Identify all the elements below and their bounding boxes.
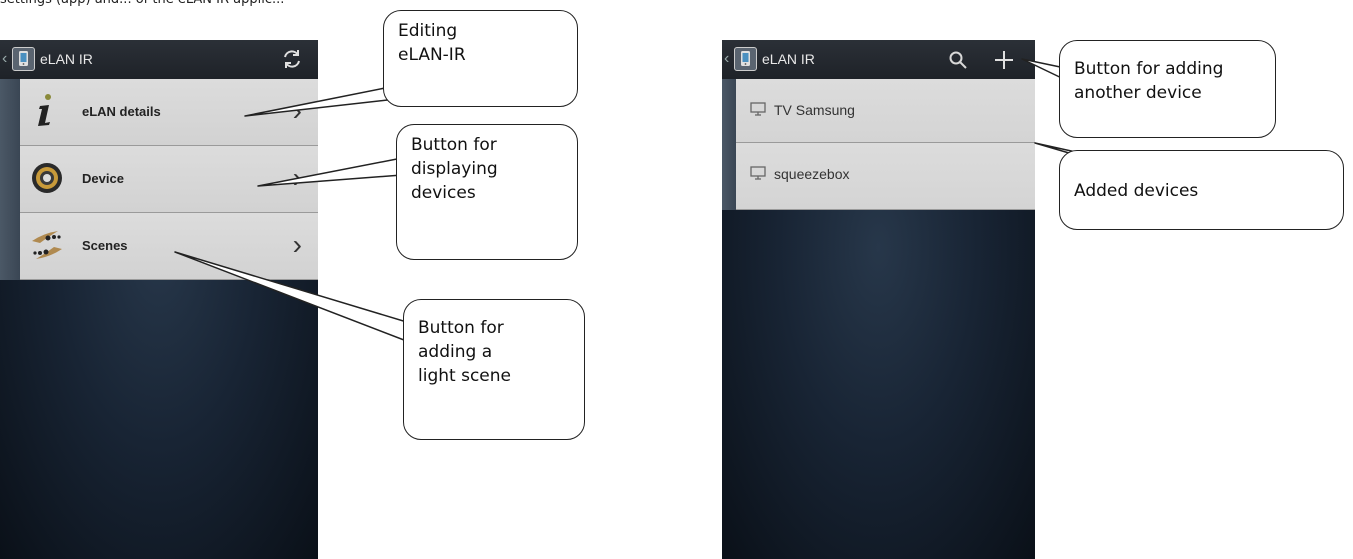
menu-item-label: Device — [82, 171, 124, 186]
menu-item-device[interactable]: Device › — [20, 146, 318, 213]
plus-icon[interactable] — [993, 49, 1015, 76]
chevron-right-icon: › — [292, 95, 302, 126]
scenes-icon — [30, 229, 64, 266]
callout-added-devices: Added devices — [1059, 150, 1344, 230]
menu-item-elan-details[interactable]: eLAN details › — [20, 79, 318, 146]
phone-screen-right: ‹ eLAN IR TV Samsung squeezebox — [722, 40, 1035, 559]
info-icon — [30, 93, 62, 132]
app-icon[interactable] — [734, 47, 757, 71]
callout-display-devices: Button for displaying devices — [396, 124, 578, 260]
device-label: TV Samsung — [774, 102, 855, 118]
back-chevron-icon[interactable]: ‹ — [724, 50, 729, 68]
list-side-strip — [722, 79, 736, 210]
action-bar: ‹ eLAN IR — [0, 40, 318, 79]
callout-add-device: Button for adding another device — [1059, 40, 1276, 138]
back-chevron-icon[interactable]: ‹ — [2, 50, 7, 68]
app-icon[interactable] — [12, 47, 35, 71]
monitor-icon — [750, 166, 766, 185]
device-label: squeezebox — [774, 166, 850, 182]
menu-item-label: eLAN details — [82, 104, 161, 119]
menu-item-label: Scenes — [82, 238, 128, 253]
device-item-tv-samsung[interactable]: TV Samsung — [736, 79, 1035, 143]
app-title: eLAN IR — [762, 51, 815, 67]
callout-editing: Editing eLAN-IR — [383, 10, 578, 107]
phone-screen-left: ‹ eLAN IR eLAN details › Device › Scenes… — [0, 40, 318, 559]
search-icon[interactable] — [948, 50, 968, 75]
callout-light-scene: Button for adding a light scene — [403, 299, 585, 440]
menu-side-strip — [0, 79, 20, 280]
device-item-squeezebox[interactable]: squeezebox — [736, 143, 1035, 210]
app-title: eLAN IR — [40, 51, 93, 67]
chevron-right-icon: › — [292, 229, 302, 260]
gear-icon — [30, 161, 64, 200]
chevron-right-icon: › — [292, 162, 302, 193]
action-bar: ‹ eLAN IR — [722, 40, 1035, 79]
page-caption: settings (app) and... of the eLAN IR app… — [0, 0, 640, 8]
refresh-icon[interactable] — [281, 48, 303, 75]
monitor-icon — [750, 102, 766, 121]
menu-item-scenes[interactable]: Scenes › — [20, 213, 318, 280]
